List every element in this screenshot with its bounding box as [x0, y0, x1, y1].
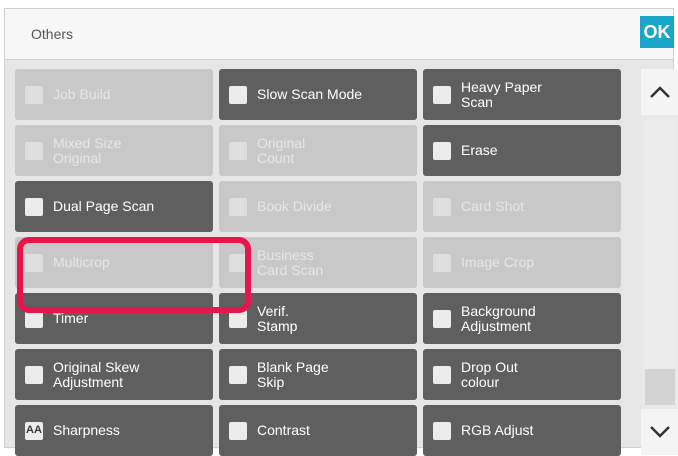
function-button[interactable]: Timer: [15, 293, 213, 344]
function-button[interactable]: Background Adjustment: [423, 293, 621, 344]
function-button[interactable]: AA Sharpness: [15, 405, 213, 456]
function-grid: RGB Adjust Contrast AA Sharpness Drop Out co…: [15, 69, 639, 456]
function-button-label: Verif. Stamp: [257, 302, 298, 334]
function-button-label: Sharpness: [53, 422, 120, 439]
original-count-icon: [229, 141, 247, 160]
function-button[interactable]: Blank Page Skip: [219, 349, 417, 400]
function-button: Job Build: [15, 69, 213, 120]
function-button[interactable]: Erase: [423, 125, 621, 176]
contrast-icon: [229, 421, 247, 440]
skew-adjust-icon: [25, 365, 43, 384]
function-button-label: Job Build: [53, 86, 111, 103]
function-button-label: Dual Page Scan: [53, 198, 155, 215]
job-build-icon: [25, 85, 43, 104]
multicrop-icon: [25, 253, 43, 272]
function-button[interactable]: Verif. Stamp: [219, 293, 417, 344]
slow-scan-icon: [229, 85, 247, 104]
ok-button[interactable]: OK: [640, 16, 674, 48]
chevron-up-icon: [650, 86, 670, 98]
background-adjust-icon: [433, 309, 451, 328]
mixed-size-icon: [25, 141, 43, 160]
function-button-label: Original Skew Adjustment: [53, 358, 140, 390]
card-shot-icon: [433, 197, 451, 216]
function-button[interactable]: Contrast: [219, 405, 417, 456]
function-button[interactable]: Original Skew Adjustment: [15, 349, 213, 400]
function-button-label: Multicrop: [53, 254, 110, 271]
heavy-paper-icon: [433, 85, 451, 104]
header-bar: Others: [5, 9, 673, 60]
function-button[interactable]: Dual Page Scan: [15, 181, 213, 232]
function-button-label: Mixed Size Original: [53, 134, 122, 166]
timer-icon: [25, 309, 43, 328]
dual-page-scan-icon: [25, 197, 43, 216]
function-button: Image Crop: [423, 237, 621, 288]
function-button: Book Divide: [219, 181, 417, 232]
chevron-down-icon: [650, 426, 670, 438]
others-panel: Others RGB Adjust Contrast AA Sharpness Drop…: [4, 8, 678, 456]
function-button: Multicrop: [15, 237, 213, 288]
function-button-label: Book Divide: [257, 198, 332, 215]
function-button: Original Count: [219, 125, 417, 176]
business-card-icon: [229, 253, 247, 272]
function-button[interactable]: Heavy Paper Scan: [423, 69, 621, 120]
rgb-adjust-icon: [433, 421, 451, 440]
scrollbar[interactable]: [641, 69, 678, 455]
verif-stamp-icon: [229, 309, 247, 328]
function-button: Card Shot: [423, 181, 621, 232]
scroll-up-button[interactable]: [641, 69, 678, 115]
image-crop-icon: [433, 253, 451, 272]
function-button[interactable]: Slow Scan Mode: [219, 69, 417, 120]
function-button-label: Drop Out colour: [461, 358, 518, 390]
function-button-label: Business Card Scan: [257, 246, 324, 278]
function-button[interactable]: RGB Adjust: [423, 405, 621, 456]
function-button-label: Original Count: [257, 134, 306, 166]
sharpness-icon: AA: [25, 421, 43, 440]
function-button-label: Image Crop: [461, 254, 535, 271]
function-button-label: Contrast: [257, 422, 310, 439]
function-button-label: Timer: [53, 310, 89, 327]
book-divide-icon: [229, 197, 247, 216]
page-title: Others: [31, 26, 74, 42]
function-button-label: Heavy Paper Scan: [461, 78, 542, 110]
scroll-track[interactable]: [645, 119, 675, 405]
scroll-thumb[interactable]: [645, 369, 675, 405]
function-button: Mixed Size Original: [15, 125, 213, 176]
function-button-label: Card Shot: [461, 198, 525, 215]
function-button: Business Card Scan: [219, 237, 417, 288]
function-button[interactable]: Drop Out colour: [423, 349, 621, 400]
scroll-down-button[interactable]: [641, 409, 678, 455]
function-button-label: Erase: [461, 142, 498, 159]
function-button-label: Slow Scan Mode: [257, 86, 363, 103]
blank-page-icon: [229, 365, 247, 384]
erase-icon: [433, 141, 451, 160]
drop-out-icon: [433, 365, 451, 384]
function-button-label: Blank Page Skip: [257, 358, 329, 390]
function-button-label: Background Adjustment: [461, 302, 536, 334]
function-button-label: RGB Adjust: [461, 422, 534, 439]
